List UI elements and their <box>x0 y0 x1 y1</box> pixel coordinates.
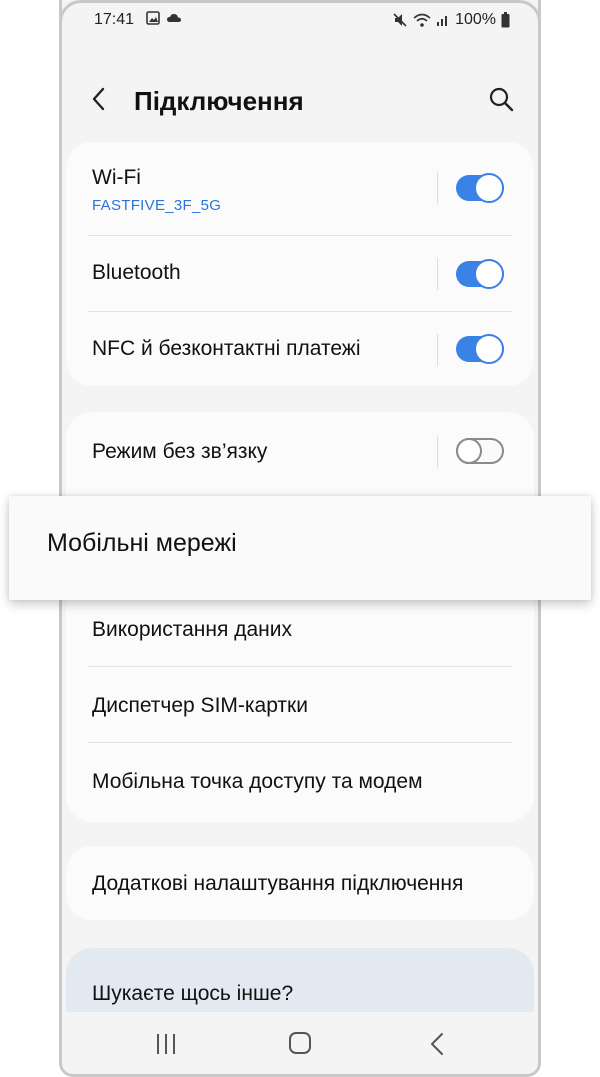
suggestion-label: Шукаєте щось інше? <box>92 982 294 1005</box>
status-time: 17:41 <box>94 11 135 28</box>
bluetooth-label: Bluetooth <box>92 261 181 284</box>
toggle-knob <box>474 334 504 364</box>
page-title: Підключення <box>134 86 304 116</box>
settings-card-network: Режим без зв’язку Використання даних Дис… <box>66 412 534 822</box>
signal-icon <box>437 16 448 26</box>
bluetooth-toggle[interactable] <box>456 259 504 289</box>
chevron-left-icon[interactable] <box>84 84 114 114</box>
toggle-knob <box>456 438 482 464</box>
nfc-row[interactable]: NFC й безконтактні платежі <box>66 312 534 386</box>
vertical-divider <box>437 258 438 290</box>
hotspot-row[interactable]: Мобільна точка доступу та модем <box>66 743 534 822</box>
back-icon[interactable] <box>417 1026 457 1062</box>
search-icon[interactable] <box>486 84 516 114</box>
mobile-networks-label: Мобільні мережі <box>47 529 237 557</box>
airplane-mode-label: Режим без зв’язку <box>92 440 268 463</box>
nfc-label: NFC й безконтактні платежі <box>92 337 361 360</box>
nfc-toggle[interactable] <box>456 334 504 364</box>
settings-card-connections: Wi-Fi FASTFIVE_3F_5G Bluetooth NFC й без… <box>66 142 534 386</box>
airplane-mode-row[interactable]: Режим без зв’язку <box>66 412 534 490</box>
vertical-divider <box>437 334 438 366</box>
data-usage-row[interactable]: Використання даних <box>66 592 534 666</box>
sim-manager-label: Диспетчер SIM-картки <box>92 694 308 717</box>
recents-icon[interactable] <box>146 1026 186 1062</box>
wifi-label: Wi-Fi <box>92 166 141 189</box>
battery-percent: 100% <box>455 11 496 28</box>
vertical-divider <box>437 436 438 468</box>
toggle-knob <box>474 173 504 203</box>
cloud-icon <box>167 13 181 22</box>
navigation-bar <box>62 1012 538 1074</box>
wifi-network-name: FASTFIVE_3F_5G <box>92 197 222 214</box>
image-icon <box>146 11 160 25</box>
toggle-knob <box>474 259 504 289</box>
airplane-mode-toggle[interactable] <box>456 438 504 464</box>
battery-icon <box>501 12 510 28</box>
mobile-networks-row[interactable]: Мобільні мережі <box>9 496 591 600</box>
settings-card-more: Додаткові налаштування підключення <box>66 846 534 920</box>
wifi-row[interactable]: Wi-Fi FASTFIVE_3F_5G <box>66 142 534 236</box>
vertical-divider <box>437 172 438 204</box>
status-bar: 17:41 100% <box>62 0 538 40</box>
app-header: Підключення <box>62 78 538 122</box>
more-settings-row[interactable]: Додаткові налаштування підключення <box>66 846 534 920</box>
status-right-icons: 100% <box>392 11 510 29</box>
wifi-toggle[interactable] <box>456 173 504 203</box>
status-left-icons <box>146 11 182 25</box>
data-usage-label: Використання даних <box>92 618 292 641</box>
mute-icon <box>393 13 407 27</box>
bluetooth-row[interactable]: Bluetooth <box>66 236 534 312</box>
wifi-icon <box>413 13 431 27</box>
home-icon[interactable] <box>280 1026 320 1062</box>
more-settings-label: Додаткові налаштування підключення <box>92 872 464 895</box>
sim-manager-row[interactable]: Диспетчер SIM-картки <box>66 667 534 742</box>
hotspot-label: Мобільна точка доступу та модем <box>92 770 423 793</box>
